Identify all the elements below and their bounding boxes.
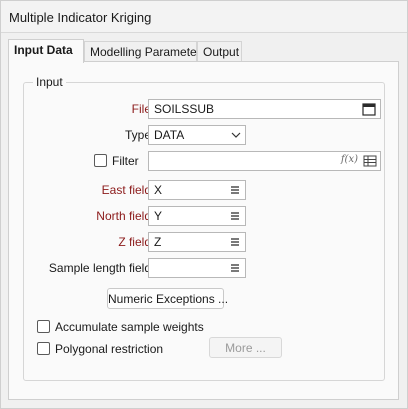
input-data-panel: Input File SOILSSUB Type DATA Filter f(x… — [8, 61, 399, 400]
window-title: Multiple Indicator Kriging — [9, 10, 152, 25]
z-field-label: Z field — [118, 235, 151, 249]
table-icon[interactable] — [363, 154, 377, 168]
tab-modelling-parameters[interactable]: Modelling Parameters — [84, 41, 207, 62]
north-field-label: North field — [96, 209, 151, 223]
north-field-input[interactable]: Y — [148, 206, 246, 226]
function-icon[interactable]: f(x) — [341, 154, 358, 165]
more-button[interactable]: More ... — [209, 337, 282, 358]
list-icon[interactable] — [228, 209, 242, 223]
input-groupbox: Input File SOILSSUB Type DATA Filter f(x… — [23, 75, 385, 381]
filter-checkbox[interactable] — [94, 154, 107, 167]
list-icon[interactable] — [228, 183, 242, 197]
tab-input-data[interactable]: Input Data — [8, 39, 84, 63]
numeric-exceptions-button[interactable]: Numeric Exceptions ... — [107, 288, 228, 309]
title-bar: Multiple Indicator Kriging — [1, 1, 407, 33]
sample-length-field-input[interactable] — [148, 258, 246, 278]
dialog-window: Multiple Indicator Kriging Input Data Mo… — [0, 0, 408, 409]
file-value: SOILSSUB — [154, 102, 215, 116]
polygonal-restriction-label: Polygonal restriction — [55, 342, 164, 356]
sample-length-field-label: Sample length field — [48, 261, 151, 275]
polygonal-restriction-checkbox[interactable] — [37, 342, 50, 355]
east-field-value: X — [154, 183, 163, 197]
tab-output[interactable]: Output — [197, 41, 242, 62]
z-field-value: Z — [154, 235, 162, 249]
list-icon[interactable] — [228, 261, 242, 275]
input-group-label: Input — [33, 75, 66, 89]
north-field-value: Y — [154, 209, 163, 223]
calendar-grid-icon[interactable] — [362, 102, 376, 116]
east-field-input[interactable]: X — [148, 180, 246, 200]
filter-label: Filter — [112, 154, 139, 168]
east-field-label: East field — [101, 183, 151, 197]
file-field[interactable]: SOILSSUB — [148, 99, 381, 119]
accumulate-sample-weights-checkbox[interactable] — [37, 320, 50, 333]
z-field-input[interactable]: Z — [148, 232, 246, 252]
type-value: DATA — [154, 128, 185, 142]
list-icon[interactable] — [228, 235, 242, 249]
filter-field[interactable]: f(x) — [148, 151, 381, 171]
type-dropdown[interactable]: DATA — [148, 125, 246, 145]
accumulate-sample-weights-label: Accumulate sample weights — [55, 320, 204, 334]
chevron-down-icon — [231, 132, 241, 138]
